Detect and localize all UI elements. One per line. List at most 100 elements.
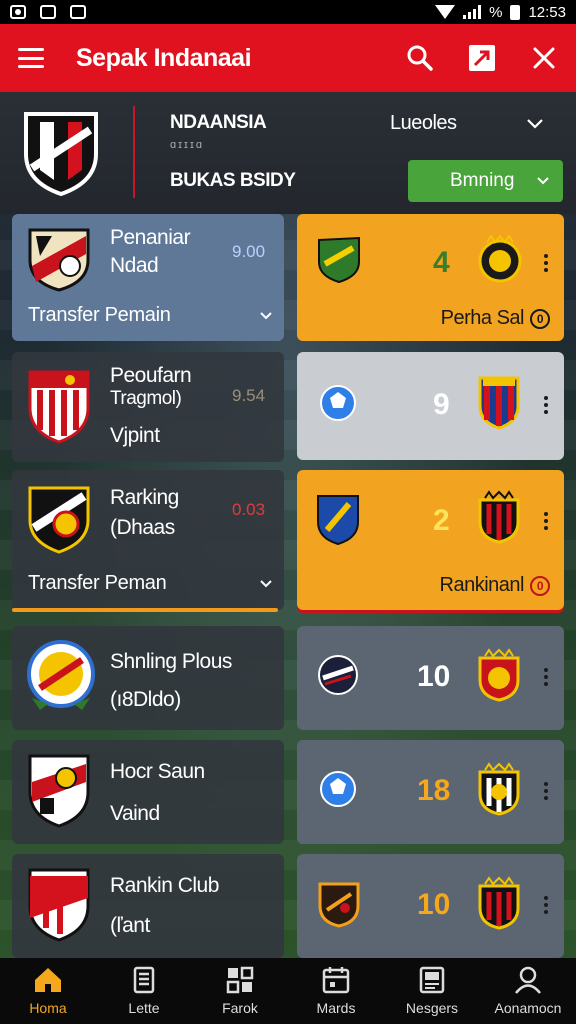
- nav-home[interactable]: Homa: [0, 958, 96, 1024]
- more-options-icon[interactable]: [544, 782, 548, 800]
- nav-label: Lette: [128, 1000, 160, 1016]
- nav-nesgers[interactable]: Nesgers: [384, 958, 480, 1024]
- nav-label: Mards: [316, 1000, 356, 1016]
- player-card[interactable]: Rarking (Dhaas 0.03 Transfer Peman: [12, 470, 284, 612]
- nav-label: Nesgers: [405, 1000, 459, 1016]
- transfer-label: Transfer Pemain: [28, 304, 171, 326]
- match-card[interactable]: 9: [297, 352, 564, 460]
- player-value: 9.54: [232, 386, 266, 405]
- match-card[interactable]: 4 Perha Sal 0: [297, 214, 564, 341]
- search-icon[interactable]: [406, 44, 434, 72]
- grid-icon: [225, 966, 255, 994]
- opponent-crest-icon: [477, 648, 521, 707]
- list-item: Shnling Plous (ı8Dldo) 10: [12, 626, 564, 732]
- match-card[interactable]: 2 Rankinanl 0: [297, 470, 564, 610]
- bottom-navigation: Homa Lette Farok Mards Nesgers Aonamocn: [0, 958, 576, 1024]
- chevron-down-icon: [537, 177, 549, 185]
- menu-icon[interactable]: [18, 48, 44, 68]
- nav-label: Aonamocn: [494, 1000, 562, 1016]
- player-subtitle: Ndad: [110, 254, 159, 277]
- player-value: 0.03: [232, 500, 266, 519]
- club-badge-icon: [315, 492, 361, 551]
- match-card[interactable]: 10: [297, 854, 564, 958]
- club-crest-icon: [26, 866, 92, 947]
- battery-icon: [510, 4, 521, 20]
- list-item: Rankin Club (ľant 10: [12, 854, 564, 958]
- transfer-dropdown[interactable]: Transfer Pemain: [28, 304, 272, 327]
- club-crest-icon: [26, 752, 92, 833]
- notification-icon: [10, 5, 26, 19]
- club-crest-icon: [26, 484, 92, 559]
- transfer-dropdown[interactable]: Transfer Peman: [28, 572, 272, 595]
- player-name: Rarking: [110, 486, 179, 509]
- list-item: Penaniar Ndad 9.00 Transfer Pemain 4 Per…: [12, 214, 564, 344]
- notification-icon: [70, 5, 86, 19]
- team-name: NDAANSIA: [170, 112, 267, 133]
- league-selector[interactable]: Lueoles: [390, 112, 543, 135]
- player-card[interactable]: Penaniar Ndad 9.00 Transfer Pemain: [12, 214, 284, 341]
- status-notifications: [10, 5, 86, 19]
- notification-icon: [40, 5, 56, 19]
- selected-indicator: [12, 608, 278, 612]
- player-name: Hocr Saun: [110, 760, 205, 783]
- more-options-icon[interactable]: [544, 668, 548, 686]
- player-name: Penaniar: [110, 226, 191, 249]
- player-value: 9.00: [232, 242, 266, 261]
- cards-icon: [129, 966, 159, 994]
- opponent-crest-icon: [477, 374, 521, 435]
- close-icon[interactable]: [530, 44, 558, 72]
- battery-percent: %: [489, 3, 503, 21]
- league-label: Lueoles: [390, 112, 457, 134]
- player-subtitle: Vaind: [110, 802, 160, 825]
- player-card[interactable]: Peoufarn Tragmol) Vjpint 9.54: [12, 352, 284, 462]
- home-icon: [33, 966, 63, 994]
- match-card[interactable]: 18: [297, 740, 564, 844]
- standing-button-label: Bmning: [450, 170, 515, 191]
- more-options-icon[interactable]: [544, 896, 548, 914]
- player-name: Shnling Plous: [110, 650, 232, 673]
- player-extra: Vjpint: [110, 424, 160, 447]
- opponent-crest-icon: [477, 234, 523, 289]
- opponent-crest-icon: [477, 490, 521, 549]
- player-subtitle: (ı8Dldo): [110, 688, 181, 711]
- nav-mards[interactable]: Mards: [288, 958, 384, 1024]
- app-title: Sepak Indanaai: [76, 43, 252, 72]
- match-footer: Rankinanl 0: [440, 574, 550, 597]
- team-group: BUKAS BSIDY: [170, 170, 296, 191]
- match-footer-label: Rankinanl: [439, 574, 525, 596]
- nav-lette[interactable]: Lette: [96, 958, 192, 1024]
- club-crest-icon: [26, 368, 92, 449]
- club-badge-icon: [315, 234, 363, 289]
- match-card[interactable]: 10: [297, 626, 564, 730]
- more-options-icon[interactable]: [544, 396, 548, 414]
- match-score: 10: [417, 888, 451, 921]
- player-card[interactable]: Hocr Saun Vaind: [12, 740, 284, 844]
- signal-icon: [463, 5, 482, 19]
- match-score: 9: [433, 388, 450, 421]
- nav-label: Homa: [29, 1000, 67, 1016]
- player-card[interactable]: Rankin Club (ľant: [12, 854, 284, 958]
- nav-label: Farok: [222, 1000, 258, 1016]
- info-badge-icon: 0: [530, 308, 550, 329]
- nav-farok[interactable]: Farok: [192, 958, 288, 1024]
- nav-profile[interactable]: Aonamocn: [480, 958, 576, 1024]
- opponent-crest-icon: [477, 762, 521, 821]
- more-options-icon[interactable]: [544, 254, 548, 272]
- chevron-down-icon: [260, 579, 272, 587]
- list-item: Rarking (Dhaas 0.03 Transfer Peman 2 Ran…: [12, 470, 564, 616]
- club-crest-icon: [26, 638, 96, 717]
- player-name: Rankin Club: [110, 874, 219, 897]
- share-icon[interactable]: [468, 44, 496, 72]
- player-card[interactable]: Shnling Plous (ı8Dldo): [12, 626, 284, 730]
- club-crest-icon: [26, 226, 92, 297]
- match-score: 18: [417, 774, 451, 807]
- more-options-icon[interactable]: [544, 512, 548, 530]
- standing-dropdown-button[interactable]: Bmning: [408, 160, 563, 202]
- football-icon: [319, 770, 357, 813]
- chevron-down-icon: [260, 311, 272, 319]
- club-badge-icon: [317, 880, 361, 933]
- list-item: Peoufarn Tragmol) Vjpint 9.54 9: [12, 352, 564, 464]
- news-icon: [417, 966, 447, 994]
- match-score: 2: [433, 504, 450, 537]
- app-bar: Sepak Indanaai: [0, 24, 576, 92]
